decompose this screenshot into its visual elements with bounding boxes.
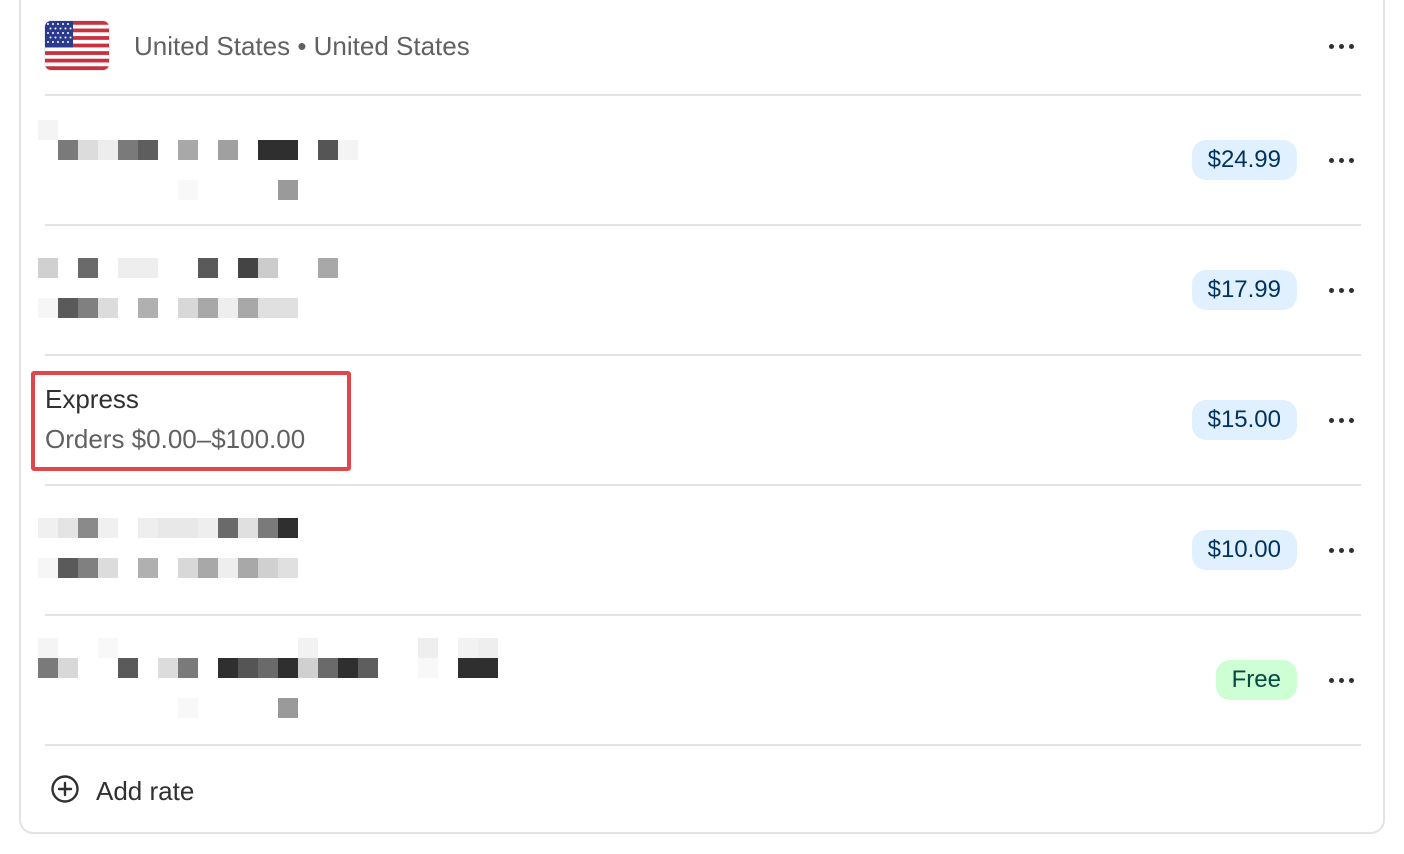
add-rate-button[interactable]: Add rate xyxy=(50,773,194,809)
rate-price-badge: $10.00 xyxy=(1191,530,1297,570)
more-horizontal-icon xyxy=(1328,157,1354,163)
more-horizontal-icon xyxy=(1328,43,1354,49)
rate-more-actions-button[interactable] xyxy=(1323,142,1359,178)
rate-more-actions-button[interactable] xyxy=(1323,662,1359,698)
rate-row-express[interactable]: Express Orders $0.00–$100.00 $15.00 xyxy=(45,356,1361,486)
zone-header: United States • United States xyxy=(45,0,1361,96)
add-rate-label: Add rate xyxy=(96,775,195,806)
rate-row[interactable]: $17.99 xyxy=(38,226,1361,356)
rate-price-badge: $15.00 xyxy=(1191,400,1297,440)
more-horizontal-icon xyxy=(1328,287,1354,293)
more-horizontal-icon xyxy=(1328,677,1354,683)
redacted-rate-text xyxy=(38,518,518,618)
redacted-rate-text xyxy=(38,120,518,220)
redacted-rate-text xyxy=(38,258,518,358)
rate-price-badge: $17.99 xyxy=(1191,270,1297,310)
zone-more-actions-button[interactable] xyxy=(1323,28,1359,64)
rate-row[interactable]: Free xyxy=(38,616,1361,746)
rate-more-actions-button[interactable] xyxy=(1323,402,1359,438)
redacted-rate-text xyxy=(38,638,518,738)
rate-row[interactable]: $10.00 xyxy=(38,486,1361,616)
rate-price-badge: $24.99 xyxy=(1191,140,1297,180)
rate-row[interactable]: $24.99 xyxy=(38,96,1361,226)
rate-condition: Orders $0.00–$100.00 xyxy=(45,424,306,454)
rate-name: Express xyxy=(45,384,139,414)
plus-circle-icon xyxy=(50,774,80,809)
more-horizontal-icon xyxy=(1328,547,1354,553)
rate-more-actions-button[interactable] xyxy=(1323,532,1359,568)
rate-price-badge: Free xyxy=(1215,660,1297,700)
us-flag-icon xyxy=(45,21,109,70)
rate-more-actions-button[interactable] xyxy=(1323,272,1359,308)
more-horizontal-icon xyxy=(1328,417,1354,423)
zone-title: United States • United States xyxy=(134,31,470,61)
